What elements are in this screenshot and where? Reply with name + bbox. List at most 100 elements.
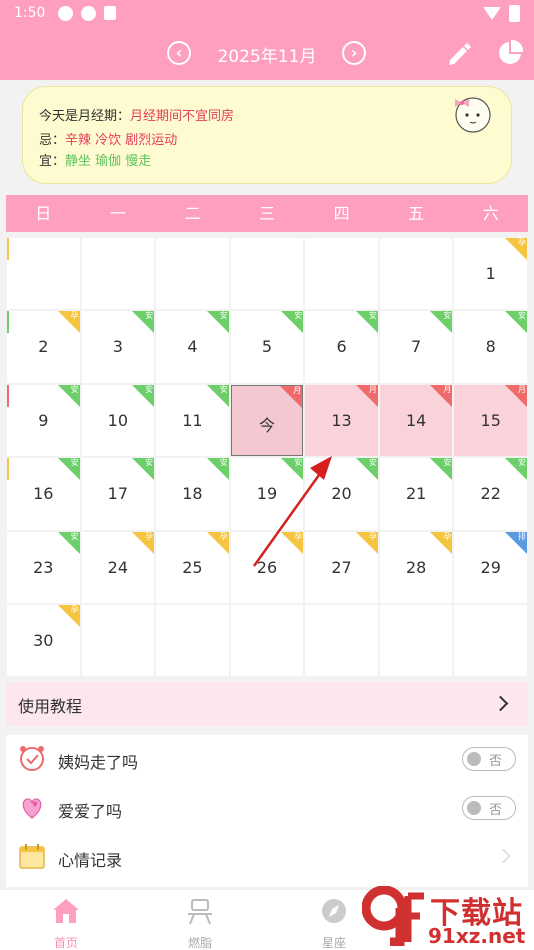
- day-tag-label: 安: [145, 384, 154, 394]
- day-number: 9: [38, 410, 49, 430]
- weekday-header: 日 一 二 三 四 五 六: [6, 195, 528, 232]
- status-bar: 1:50: [0, 0, 534, 28]
- calendar-day[interactable]: 13 月: [305, 384, 378, 457]
- cycle-marker: [7, 384, 9, 407]
- day-number: 15: [480, 410, 501, 430]
- hearts-icon: [22, 798, 42, 819]
- calendar-day[interactable]: 10 安: [81, 384, 155, 457]
- calendar-day[interactable]: 21 安: [379, 458, 453, 530]
- avoid-row: 忌：辛辣 冷饮 剧烈运动: [39, 129, 177, 148]
- calendar-day[interactable]: 1孕: [454, 238, 527, 310]
- calendar-day[interactable]: 8安: [454, 311, 527, 383]
- calendar-day[interactable]: 18 安: [156, 458, 229, 530]
- day-number: 2: [38, 337, 49, 357]
- day-tag-label: 安: [368, 311, 377, 321]
- daily-tips-card: 今天是月经期：月经期间不宜同房 忌：辛辣 冷饮 剧烈运动 宜：静坐 瑜伽 慢走: [22, 86, 512, 184]
- cycle-marker: [7, 458, 9, 481]
- calendar-day[interactable]: 2孕: [7, 311, 80, 383]
- toggle-knob: [467, 752, 481, 766]
- exercise-icon: [188, 899, 212, 925]
- calendar-day[interactable]: 22 安: [454, 458, 527, 530]
- nav-fat-burn[interactable]: 燃脂: [160, 896, 240, 950]
- avoid-label: 忌：: [39, 133, 66, 148]
- calendar-day[interactable]: 4安: [156, 311, 229, 383]
- calendar-day: [7, 238, 80, 310]
- calendar-day[interactable]: 7安: [379, 311, 453, 383]
- day-number: 8: [485, 337, 496, 357]
- day-tag-label: 孕: [70, 311, 79, 321]
- calendar-day: [230, 238, 304, 310]
- alarm-check-icon: [20, 746, 44, 771]
- calendar-day[interactable]: 27 孕: [305, 531, 378, 603]
- day-number: 21: [405, 484, 427, 504]
- calendar-day-today[interactable]: 今月: [230, 384, 304, 457]
- calendar-day: [230, 605, 304, 677]
- day-number: 30: [33, 631, 54, 650]
- toggle-text: 否: [489, 754, 503, 769]
- battery-icon: [509, 5, 520, 22]
- calendar-day[interactable]: 19 安: [230, 458, 304, 530]
- notification-icons: [58, 6, 116, 21]
- calendar-day[interactable]: 17 安: [81, 458, 155, 530]
- calendar-day[interactable]: 25 孕: [156, 531, 229, 603]
- day-number: 16: [33, 484, 54, 504]
- system-icons: [483, 5, 520, 22]
- day-tag-label: 月: [443, 384, 452, 394]
- calendar-day[interactable]: 20 安: [305, 458, 378, 530]
- day-tag-label: 排: [517, 531, 526, 541]
- calendar-day[interactable]: 14 月: [379, 384, 453, 457]
- app-notification-icon: [81, 6, 96, 21]
- chevron-right-icon: [492, 695, 509, 712]
- day-number: 17: [107, 484, 129, 504]
- next-month-button[interactable]: ›: [342, 41, 366, 65]
- intimacy-toggle[interactable]: 否: [462, 796, 516, 820]
- intimacy-label: 爱爱了吗: [58, 802, 123, 821]
- day-number: 7: [411, 337, 422, 357]
- calendar-day: [379, 238, 453, 310]
- calendar-day[interactable]: 23 安: [7, 531, 80, 603]
- calendar-day: [81, 238, 155, 310]
- period-ended-row: 姨妈走了吗 否: [6, 735, 528, 783]
- calendar-day[interactable]: 5安: [230, 311, 304, 383]
- calendar-day[interactable]: 9安: [7, 384, 80, 457]
- home-icon: [53, 899, 79, 923]
- calendar-day[interactable]: 30 孕: [7, 605, 80, 677]
- clock: 1:50: [14, 5, 46, 21]
- calendar-day: [305, 605, 378, 677]
- cycle-marker: [7, 238, 9, 260]
- chevron-right-icon: [495, 848, 511, 864]
- calendar-day[interactable]: 11 安: [156, 384, 229, 457]
- calendar-day[interactable]: 15 月: [454, 384, 527, 457]
- day-number: 28: [405, 557, 427, 577]
- tutorial-row[interactable]: 使用教程: [6, 682, 528, 726]
- day-tag-label: 安: [70, 458, 79, 468]
- day-tag-label: 孕: [368, 531, 377, 541]
- day-number: 4: [187, 337, 198, 357]
- nav-home[interactable]: 首页: [26, 896, 106, 950]
- day-tag-label: 安: [443, 458, 452, 468]
- period-ended-toggle[interactable]: 否: [462, 747, 516, 771]
- watermark-url: 91xz.net: [428, 924, 526, 948]
- calendar-day[interactable]: 29 排: [454, 531, 527, 603]
- calendar-day: [156, 238, 229, 310]
- calendar-day[interactable]: 3安: [81, 311, 155, 383]
- calendar-day[interactable]: 16 安: [7, 458, 80, 530]
- day-tag-label: 孕: [219, 531, 228, 541]
- doll-face-icon: [455, 97, 491, 133]
- calendar-day[interactable]: 26 孕: [230, 531, 304, 603]
- pie-chart-icon[interactable]: [496, 39, 524, 67]
- day-tag-label: 孕: [294, 531, 303, 541]
- calendar-day[interactable]: 24 孕: [81, 531, 155, 603]
- calendar-day[interactable]: 6安: [305, 311, 378, 383]
- day-tag-label: 安: [70, 531, 79, 541]
- day-number: 25: [182, 557, 203, 577]
- day-number: 23: [33, 557, 54, 577]
- calendar-day[interactable]: 28 孕: [379, 531, 453, 603]
- day-number: 26: [256, 557, 278, 577]
- day-tag-label: 孕: [145, 531, 154, 541]
- weekday-label: 三: [259, 204, 276, 223]
- mood-record-row[interactable]: 心情记录: [6, 833, 528, 881]
- prev-month-button[interactable]: ‹: [167, 41, 191, 65]
- app-notification-icon: [104, 6, 116, 20]
- pencil-icon[interactable]: [446, 40, 472, 66]
